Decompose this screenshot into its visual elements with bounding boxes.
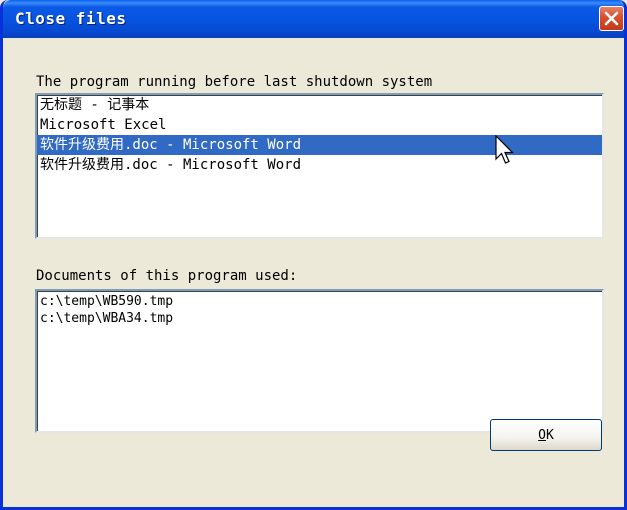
document-list-item[interactable]: c:\temp\WB590.tmp bbox=[37, 293, 602, 310]
mouse-pointer-icon bbox=[495, 135, 514, 164]
programs-label: The program running before last shutdown… bbox=[36, 74, 433, 90]
program-list-item[interactable]: 无标题 - 记事本 bbox=[37, 95, 602, 115]
close-button[interactable] bbox=[599, 6, 624, 31]
programs-list[interactable]: 无标题 - 记事本 Microsoft Excel 软件升级费用.doc - M… bbox=[35, 93, 604, 239]
window-title: Close files bbox=[15, 9, 127, 28]
program-list-item[interactable]: Microsoft Excel bbox=[37, 115, 602, 135]
documents-list[interactable]: c:\temp\WB590.tmp c:\temp\WBA34.tmp bbox=[35, 289, 604, 433]
close-icon bbox=[604, 11, 619, 26]
program-list-item[interactable]: 软件升级费用.doc - Microsoft Word bbox=[37, 155, 602, 175]
document-list-item[interactable]: c:\temp\WBA34.tmp bbox=[37, 310, 602, 327]
ok-button[interactable]: OK bbox=[490, 419, 602, 451]
ok-button-label: K bbox=[546, 427, 554, 443]
program-list-item-selected[interactable]: 软件升级费用.doc - Microsoft Word bbox=[37, 135, 602, 155]
ok-button-mnemonic: O bbox=[538, 427, 546, 443]
title-bar[interactable]: Close files bbox=[3, 0, 624, 38]
close-files-dialog: Close files The program running before l… bbox=[0, 0, 627, 510]
documents-label: Documents of this program used: bbox=[36, 268, 298, 284]
